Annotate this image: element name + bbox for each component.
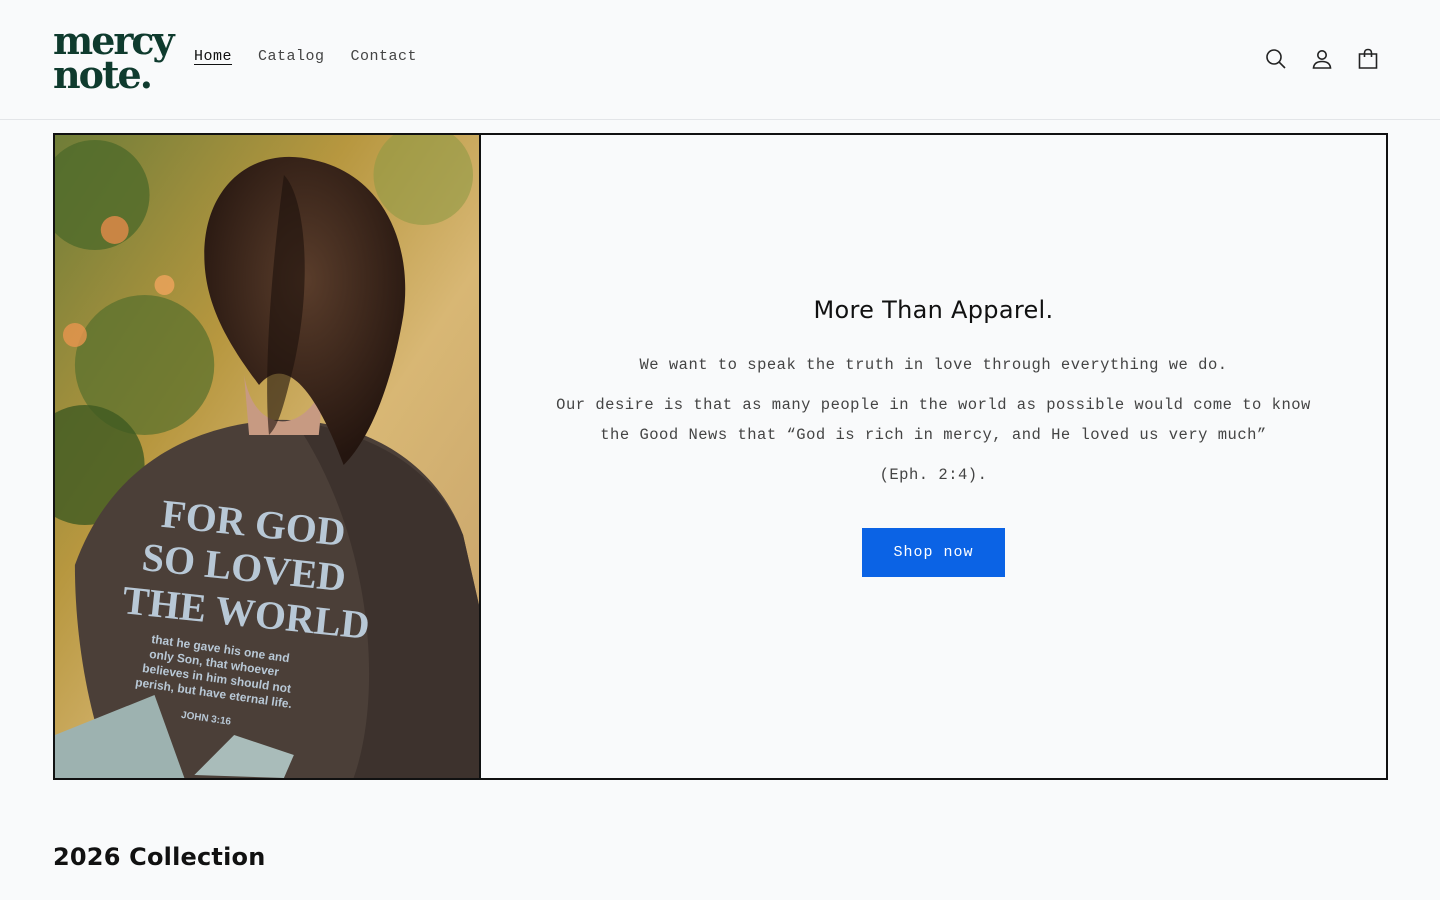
hero-title: More Than Apparel. bbox=[813, 296, 1054, 324]
hero-photo: FOR GOD SO LOVED THE WORLD that he gave … bbox=[55, 135, 479, 778]
nav-home[interactable]: Home bbox=[194, 48, 232, 65]
collection-title: 2026 Collection bbox=[53, 843, 266, 871]
cart-icon bbox=[1358, 48, 1378, 69]
nav-catalog[interactable]: Catalog bbox=[258, 48, 325, 65]
search-button[interactable] bbox=[1264, 46, 1288, 72]
hero-paragraph-1: We want to speak the truth in love throu… bbox=[639, 356, 1228, 374]
site-logo[interactable]: mercy note. bbox=[53, 22, 175, 97]
cart-button[interactable] bbox=[1356, 46, 1380, 72]
main-nav: Home Catalog Contact bbox=[194, 48, 417, 65]
hero-image: FOR GOD SO LOVED THE WORLD that he gave … bbox=[55, 135, 481, 778]
header-icons bbox=[1264, 46, 1380, 72]
shop-now-button[interactable]: Shop now bbox=[862, 528, 1005, 577]
account-icon bbox=[1312, 50, 1332, 69]
account-button[interactable] bbox=[1310, 46, 1334, 72]
hero-paragraph-3: (Eph. 2:4). bbox=[879, 466, 988, 484]
hero-paragraph-2: Our desire is that as many people in the… bbox=[556, 396, 1311, 444]
hero-text-block: More Than Apparel. We want to speak the … bbox=[481, 135, 1386, 778]
hero-banner: FOR GOD SO LOVED THE WORLD that he gave … bbox=[53, 133, 1388, 780]
site-header: mercy note. Home Catalog Contact bbox=[0, 0, 1440, 120]
search-icon bbox=[1266, 49, 1286, 69]
nav-contact[interactable]: Contact bbox=[351, 48, 418, 65]
logo-line-2: note. bbox=[53, 52, 153, 97]
